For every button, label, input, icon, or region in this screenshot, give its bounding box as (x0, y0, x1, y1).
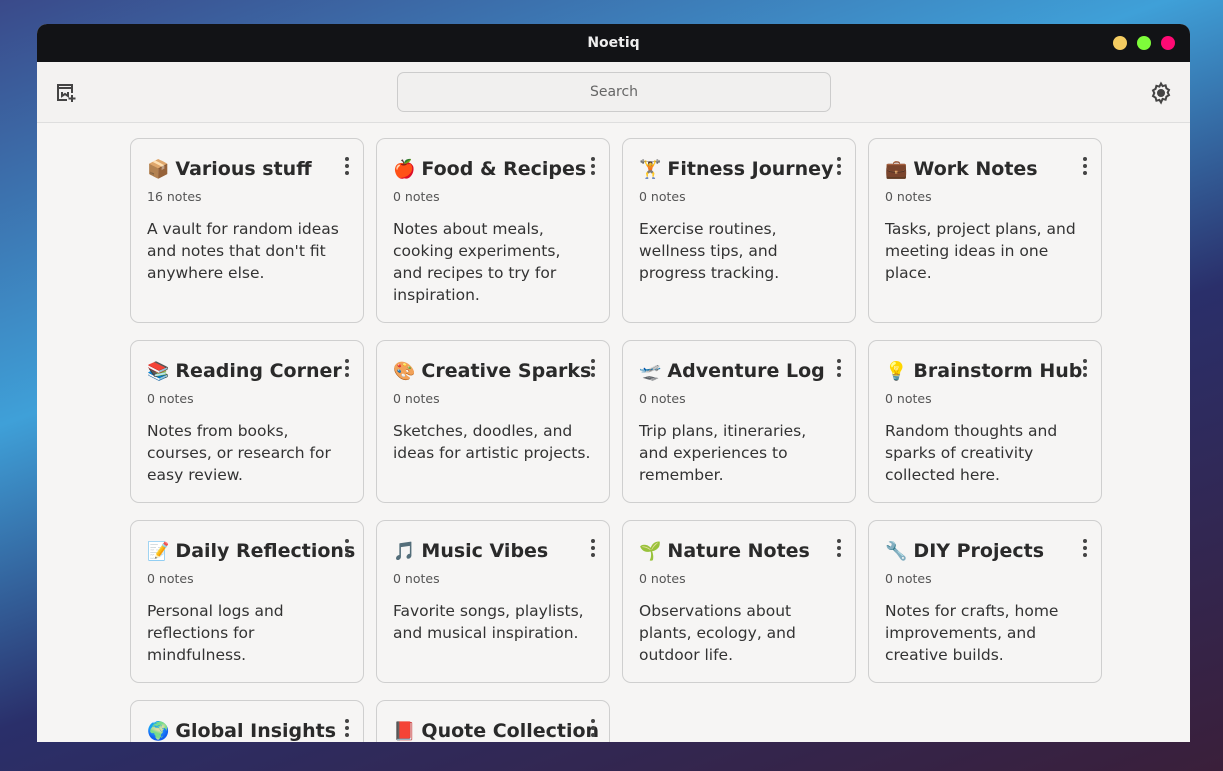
notebook-card[interactable]: 🌍 Global Insights (130, 700, 364, 742)
notebook-emoji-icon: 💡 (885, 360, 908, 382)
notebook-emoji-icon: 🌍 (147, 720, 170, 742)
notebook-emoji-icon: 📚 (147, 360, 170, 382)
settings-button[interactable] (1149, 81, 1173, 105)
notebook-title: Brainstorm Hub (913, 360, 1083, 382)
title-bar: Noetiq (37, 24, 1190, 62)
note-count: 0 notes (885, 571, 932, 586)
notebook-card[interactable]: 🍎 Food & Recipes 0 notes Notes about meal… (376, 138, 610, 323)
notebook-emoji-icon: 🎵 (393, 540, 416, 562)
more-options-button[interactable] (343, 157, 351, 177)
notebook-title: Daily Reflections (175, 540, 356, 562)
notebook-title: Work Notes (913, 158, 1038, 180)
notebook-card[interactable]: 📚 Reading Corner 0 notes Notes from books… (130, 340, 364, 503)
notebook-description: Random thoughts and sparks of creativity… (885, 422, 1058, 484)
notebook-title: Global Insights (175, 720, 337, 742)
notebook-emoji-icon: 🎨 (393, 360, 416, 382)
more-options-button[interactable] (589, 719, 597, 739)
notebook-description: Tasks, project plans, and meeting ideas … (885, 220, 1076, 282)
new-notebook-icon (57, 84, 76, 102)
gear-icon (1151, 81, 1171, 105)
note-count: 0 notes (393, 391, 440, 406)
notebook-emoji-icon: 📝 (147, 540, 170, 562)
notebook-description: A vault for random ideas and notes that … (147, 220, 339, 282)
notebook-title: Food & Recipes (421, 158, 587, 180)
notebook-description: Notes about meals, cooking experiments, … (393, 220, 561, 304)
notebook-card[interactable]: 📕 Quote Collection (376, 700, 610, 742)
notebook-description: Personal logs and reflections for mindfu… (147, 602, 284, 664)
notebook-card[interactable]: 💼 Work Notes 0 notes Tasks, project plans… (868, 138, 1102, 323)
note-count: 16 notes (147, 189, 202, 204)
notebook-emoji-icon: 🛫 (639, 360, 662, 382)
app-window: Noetiq 📦Various stuff 16 notes A vault f… (37, 24, 1190, 742)
notebook-description: Notes for crafts, home improvements, and… (885, 602, 1059, 664)
notebook-title: Music Vibes (421, 540, 549, 562)
more-options-button[interactable] (589, 157, 597, 177)
notebook-emoji-icon: 🏋️ (639, 158, 662, 180)
notebook-card[interactable]: 🔧 DIY Projects 0 notes Notes for crafts, … (868, 520, 1102, 683)
notebook-emoji-icon: 🔧 (885, 540, 908, 562)
search-input[interactable] (397, 72, 831, 112)
notebook-emoji-icon: 📕 (393, 720, 416, 742)
more-options-button[interactable] (1081, 359, 1089, 379)
more-options-button[interactable] (343, 539, 351, 559)
more-options-button[interactable] (589, 359, 597, 379)
notebook-emoji-icon: 🌱 (639, 540, 662, 562)
notebook-card[interactable]: 🌱 Nature Notes 0 notes Observations about… (622, 520, 856, 683)
window-title: Noetiq (587, 35, 640, 51)
note-count: 0 notes (147, 571, 194, 586)
notebook-title: Quote Collection (421, 720, 600, 742)
notebook-title: Reading Corner (175, 360, 342, 382)
more-options-button[interactable] (343, 359, 351, 379)
more-options-button[interactable] (835, 157, 843, 177)
notebook-description: Notes from books, courses, or research f… (147, 422, 331, 484)
notebook-title: Adventure Log (667, 360, 825, 382)
note-count: 0 notes (393, 189, 440, 204)
notebook-description: Exercise routines, wellness tips, and pr… (639, 220, 780, 282)
close-button[interactable] (1161, 36, 1175, 50)
notebook-card[interactable]: 📦 Various stuff 16 notes A vault for rand… (130, 138, 364, 323)
notebook-card[interactable]: 🛫 Adventure Log 0 notes Trip plans, itine… (622, 340, 856, 503)
notebook-title: Various stuff (175, 158, 312, 180)
toolbar (37, 62, 1190, 123)
more-options-button[interactable] (1081, 539, 1089, 559)
notebook-description: Observations about plants, ecology, and … (639, 602, 796, 664)
more-options-button[interactable] (1081, 157, 1089, 177)
minimize-button[interactable] (1113, 36, 1127, 50)
notebook-card[interactable]: 🏋️ Fitness Journey 0 notes Exercise routi… (622, 138, 856, 323)
note-count: 0 notes (639, 391, 686, 406)
notebook-grid: 📦 Various stuff 16 notes A vault for rand… (130, 138, 1102, 742)
note-count: 0 notes (393, 571, 440, 586)
notebook-description: Sketches, doodles, and ideas for artisti… (393, 422, 591, 462)
note-count: 0 notes (639, 571, 686, 586)
note-count: 0 notes (885, 189, 932, 204)
notebook-description: Favorite songs, playlists, and musical i… (393, 602, 584, 642)
notebook-card[interactable]: 🎵 Music Vibes 0 notes Favorite songs, pla… (376, 520, 610, 683)
note-count: 0 notes (639, 189, 686, 204)
notebook-emoji-icon: 📦 (147, 158, 170, 180)
maximize-button[interactable] (1137, 36, 1151, 50)
notebook-emoji-icon: 🍎 (393, 158, 416, 180)
more-options-button[interactable] (835, 539, 843, 559)
more-options-button[interactable] (343, 719, 351, 739)
more-options-button[interactable] (835, 359, 843, 379)
notebook-card[interactable]: 📝 Daily Reflections 0 notes Personal logs… (130, 520, 364, 683)
notebook-title: Creative Sparks (421, 360, 592, 382)
notebook-title: Nature Notes (667, 540, 810, 562)
notebook-title: DIY Projects (913, 540, 1045, 562)
notebook-card[interactable]: 🎨 Creative Sparks 0 notes Sketches, doodl… (376, 340, 610, 503)
notebook-title: Fitness Journey (667, 158, 834, 180)
new-notebook-button[interactable] (54, 81, 78, 105)
notebook-emoji-icon: 💼 (885, 158, 908, 180)
more-options-button[interactable] (589, 539, 597, 559)
note-count: 0 notes (885, 391, 932, 406)
notebook-description: Trip plans, itineraries, and experiences… (639, 422, 807, 484)
notebook-card[interactable]: 💡 Brainstorm Hub 0 notes Random thoughts … (868, 340, 1102, 503)
note-count: 0 notes (147, 391, 194, 406)
